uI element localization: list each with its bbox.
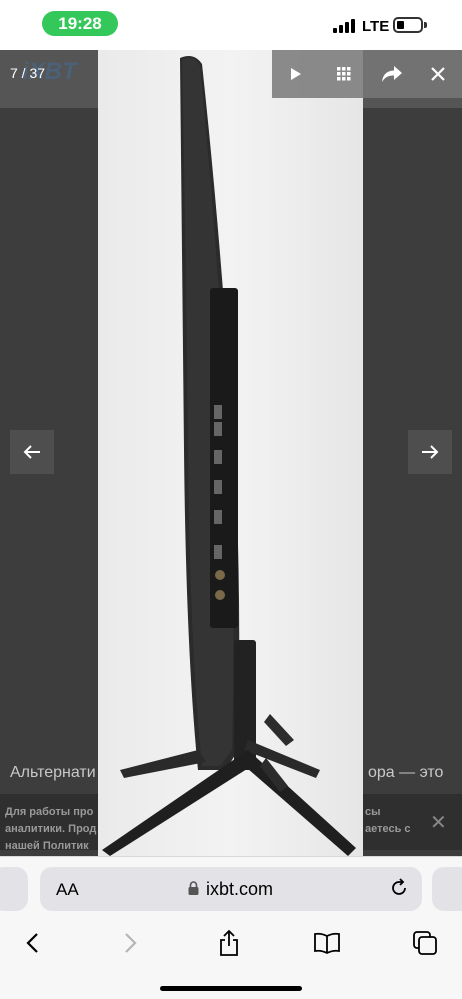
url-text[interactable]: ixbt.com: [206, 879, 273, 900]
time-display[interactable]: 19:28: [42, 11, 118, 36]
image-gallery: iXBT Альтернати ора — это Для работы про…: [0, 50, 462, 856]
tv-side-view-image: [102, 56, 356, 856]
play-icon[interactable]: [272, 50, 320, 98]
close-icon[interactable]: [414, 50, 462, 98]
browser-toolbar: AA ixbt.com: [0, 856, 462, 999]
cookie-text: Для работы про аналитики. Прод нашей Пол…: [5, 806, 97, 852]
background-article-text-right: ора — это: [368, 764, 444, 781]
next-tab-preview[interactable]: [432, 867, 462, 911]
cookie-close-icon[interactable]: ✕: [430, 810, 447, 835]
share-icon[interactable]: [368, 50, 416, 98]
share-sheet-icon: [220, 929, 238, 956]
signal-icon: [333, 19, 357, 33]
image-counter: 7 / 37: [10, 65, 46, 81]
bookmarks-button[interactable]: [309, 925, 345, 961]
home-indicator[interactable]: [160, 986, 302, 991]
previous-tab-preview[interactable]: [0, 867, 28, 911]
background-article-text: Альтернати: [10, 764, 96, 781]
share-button[interactable]: [211, 925, 247, 961]
forward-button[interactable]: [113, 925, 149, 961]
gallery-toolbar: [272, 50, 462, 98]
arrow-right-icon[interactable]: [408, 430, 452, 474]
text-size-button[interactable]: AA: [56, 880, 79, 900]
book-icon: [314, 932, 340, 954]
chevron-left-icon: [26, 933, 38, 953]
network-label: LTE: [362, 18, 390, 35]
status-bar: 19:28 LTE: [0, 0, 462, 50]
battery-icon: [393, 17, 427, 33]
arrow-left-icon[interactable]: [10, 430, 54, 474]
tabs-button[interactable]: [407, 925, 443, 961]
chevron-right-icon: [125, 933, 137, 953]
cookie-text-right: сы аетесь с: [365, 806, 411, 835]
grid-icon[interactable]: [320, 50, 368, 98]
reload-icon[interactable]: [389, 878, 409, 898]
address-bar[interactable]: AA ixbt.com: [40, 867, 422, 911]
gallery-photo[interactable]: [98, 50, 363, 856]
lock-icon: [188, 881, 199, 895]
back-button[interactable]: [14, 925, 50, 961]
tabs-icon: [413, 931, 437, 955]
